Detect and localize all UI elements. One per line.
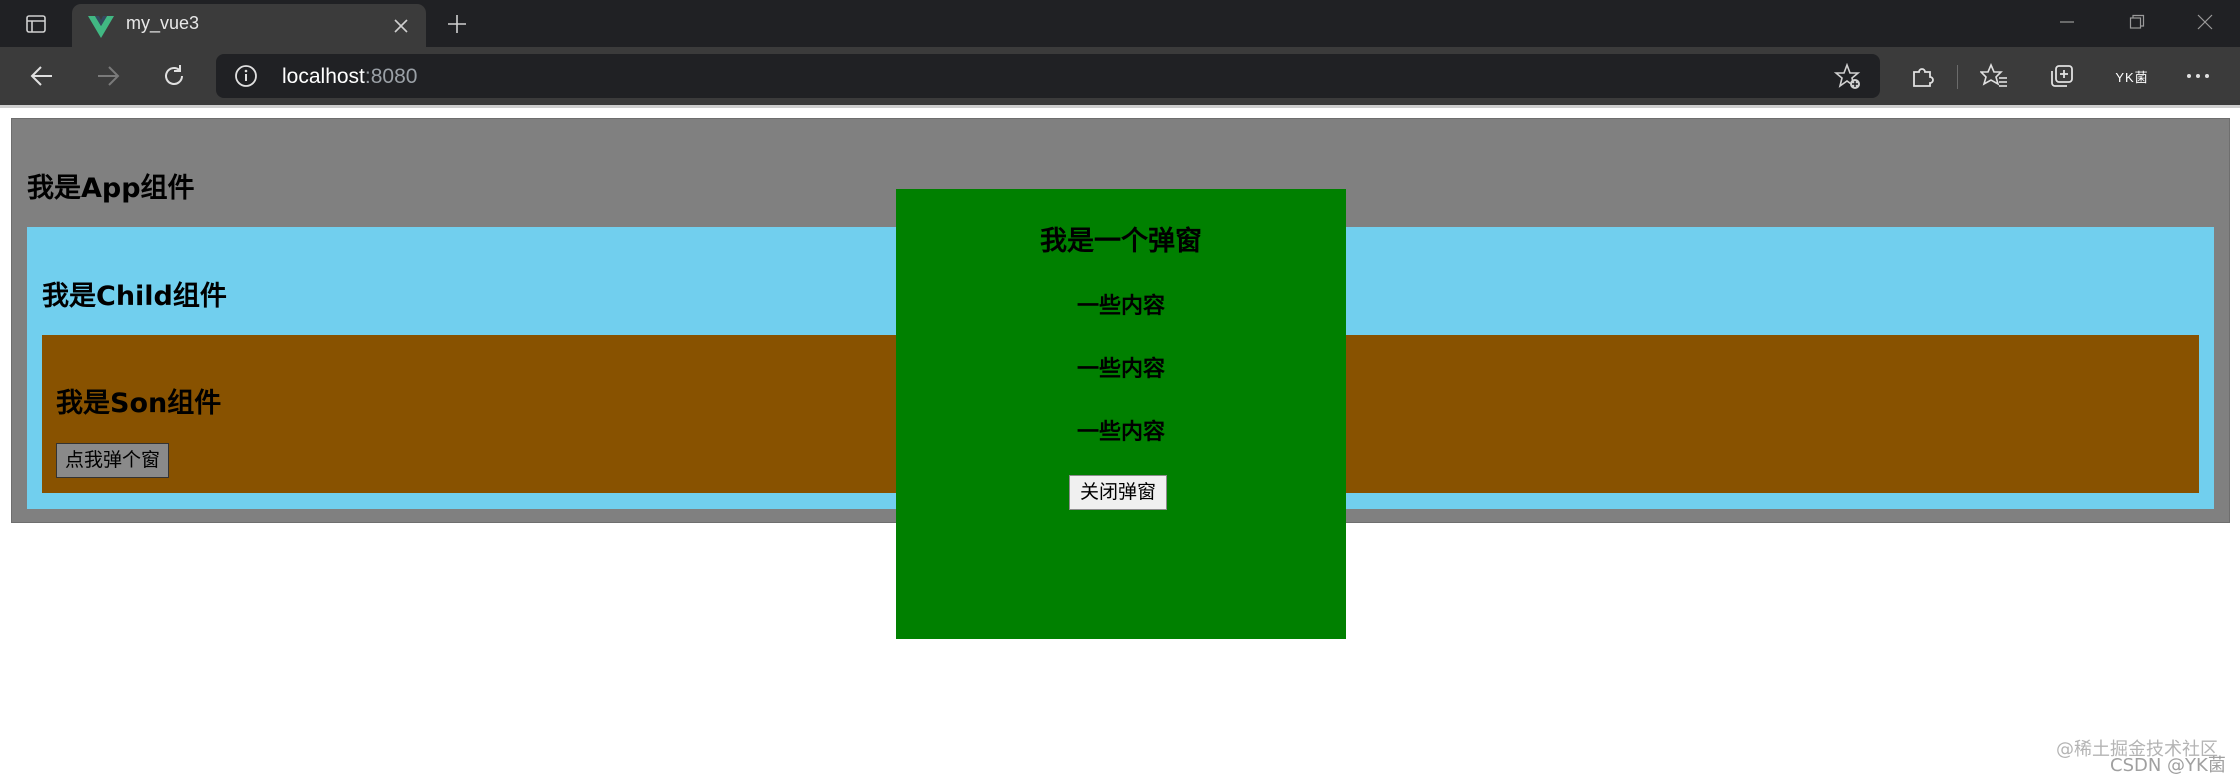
favorites-icon (1980, 63, 2007, 87)
address-url: localhost:8080 (282, 65, 417, 89)
dialog-content-line: 一些内容 (1076, 357, 1165, 382)
dialog: 我是一个弹窗 一些内容 一些内容 一些内容 关闭弹窗 (896, 189, 1346, 639)
open-dialog-button[interactable]: 点我弹个窗 (56, 443, 170, 478)
window-close-button[interactable] (2172, 0, 2238, 44)
son-title: 我是Son组件 (56, 388, 222, 419)
plus-icon (448, 15, 466, 33)
child-title: 我是Child组件 (42, 281, 227, 312)
refresh-icon (165, 65, 183, 85)
reload-button[interactable] (152, 56, 196, 96)
close-icon (394, 19, 408, 33)
more-button[interactable] (2176, 56, 2220, 96)
back-button[interactable] (20, 56, 64, 96)
puzzle-icon (1913, 68, 1934, 87)
dialog-content-line: 一些内容 (1076, 294, 1165, 319)
collections-icon (2051, 65, 2073, 87)
watermark-csdn: CSDN @YK菌 (2110, 755, 2226, 776)
close-icon (2197, 14, 2213, 30)
dialog-content-line: 一些内容 (1076, 420, 1165, 445)
restore-icon (2129, 14, 2145, 29)
minimize-icon (2060, 21, 2074, 23)
app-title: 我是App组件 (27, 173, 195, 204)
tab-title: my_vue3 (126, 13, 200, 33)
browser-tab-bar: my_vue3 (0, 0, 2240, 47)
arrow-left-icon (30, 66, 52, 86)
tab-actions-icon (26, 15, 46, 33)
close-dialog-button[interactable]: 关闭弹窗 (1069, 475, 1168, 510)
url-host: localhost (282, 65, 365, 88)
more-dots-icon (2187, 74, 2209, 78)
minimize-button[interactable] (2034, 0, 2100, 44)
browser-toolbar: localhost:8080 YK菌 (0, 47, 2240, 105)
tab-close-button[interactable] (388, 13, 414, 39)
tab-actions-button[interactable] (14, 8, 58, 40)
restore-button[interactable] (2104, 0, 2170, 44)
arrow-right-icon (98, 66, 120, 86)
vue-logo-icon (88, 16, 114, 38)
favorites-button[interactable] (1972, 56, 2016, 96)
toolbar-border (0, 105, 2240, 108)
url-port: :8080 (364, 65, 418, 88)
extensions-button[interactable] (1900, 56, 1944, 96)
toolbar-divider (1957, 65, 1958, 89)
address-bar[interactable]: localhost:8080 (216, 54, 1880, 98)
new-tab-button[interactable] (440, 8, 474, 40)
browser-tab[interactable]: my_vue3 (72, 4, 426, 47)
add-favorite-icon[interactable] (1834, 63, 1862, 91)
profile-button[interactable]: YK菌 (2110, 56, 2154, 96)
collections-button[interactable] (2040, 56, 2084, 96)
info-icon[interactable] (234, 64, 258, 88)
dialog-title: 我是一个弹窗 (1040, 226, 1202, 257)
forward-button[interactable] (86, 56, 130, 96)
